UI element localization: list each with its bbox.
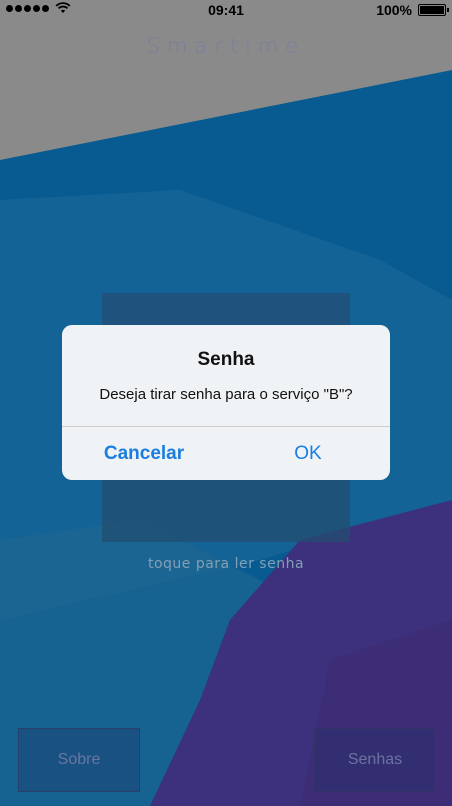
app-title: Smartime — [146, 34, 306, 58]
alert-message: Deseja tirar senha para o serviço "B"? — [99, 386, 353, 403]
status-bar: 09:41 100% — [0, 0, 452, 20]
battery-percent: 100% — [376, 2, 412, 18]
ok-button[interactable]: OK — [226, 427, 390, 480]
password-alert-dialog: Senha Deseja tirar senha para o serviço … — [62, 325, 390, 480]
app-screen: toque para ler senha Sobre Senhas 09:41 … — [0, 0, 452, 806]
battery-icon — [418, 4, 449, 16]
cancel-button[interactable]: Cancelar — [62, 427, 226, 480]
alert-title: Senha — [197, 349, 255, 370]
status-right: 100% — [376, 2, 449, 18]
